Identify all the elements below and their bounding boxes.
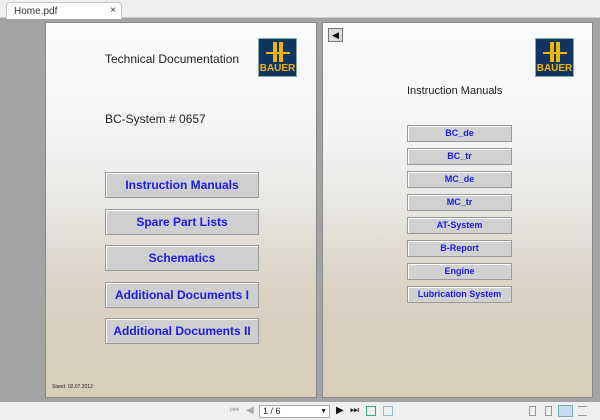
at-system-button[interactable]: AT-System — [407, 217, 512, 234]
tab-home-pdf[interactable]: Home.pdf × — [6, 2, 122, 19]
additional-documents-2-button[interactable]: Additional Documents II — [105, 318, 259, 344]
engine-button[interactable]: Engine — [407, 263, 512, 280]
additional-documents-1-button[interactable]: Additional Documents I — [105, 282, 259, 308]
back-icon[interactable]: ◀ — [328, 28, 343, 42]
mc-tr-button[interactable]: MC_tr — [407, 194, 512, 211]
rotate-view-icon[interactable] — [366, 406, 376, 416]
schematics-button[interactable]: Schematics — [105, 245, 259, 271]
section-title: Instruction Manuals — [407, 85, 503, 97]
first-page-icon[interactable]: ⏮ — [230, 405, 239, 416]
pdf-page-2: ◀ BAUER Instruction Manuals BC_de BC_tr … — [322, 22, 593, 398]
two-page-view-icon[interactable] — [558, 405, 573, 417]
page-selector[interactable]: 1 / 6 ▼ — [259, 405, 330, 418]
bc-de-button[interactable]: BC_de — [407, 125, 512, 142]
tab-bar: Home.pdf × — [0, 0, 600, 19]
instruction-manuals-button[interactable]: Instruction Manuals — [105, 172, 259, 198]
continuous-page-icon[interactable] — [545, 406, 552, 416]
tab-title: Home.pdf — [14, 6, 58, 17]
pdf-page-1: Technical Documentation BAUER BC-System … — [45, 22, 317, 398]
fit-page-icon[interactable] — [383, 406, 393, 416]
next-page-icon[interactable]: ▶ — [336, 405, 344, 416]
close-icon[interactable]: × — [110, 5, 116, 16]
system-number: BC-System # 0657 — [105, 112, 206, 126]
b-report-button[interactable]: B-Report — [407, 240, 512, 257]
spare-part-lists-button[interactable]: Spare Part Lists — [105, 209, 259, 235]
navigation-toolbar: ⏮ ◀ 1 / 6 ▼ ▶ ⏭ — [0, 402, 600, 420]
lubrication-system-button[interactable]: Lubrication System — [407, 286, 512, 303]
single-page-icon[interactable] — [529, 406, 536, 416]
previous-page-icon[interactable]: ◀ — [246, 405, 254, 416]
last-page-icon[interactable]: ⏭ — [350, 405, 359, 416]
document-title: Technical Documentation — [105, 52, 240, 66]
bc-tr-button[interactable]: BC_tr — [407, 148, 512, 165]
bauer-logo: BAUER — [535, 38, 574, 77]
mc-de-button[interactable]: MC_de — [407, 171, 512, 188]
bauer-logo: BAUER — [258, 38, 297, 77]
two-page-continuous-icon[interactable] — [578, 406, 587, 416]
page-number: 1 / 6 — [263, 406, 281, 416]
date-stamp: Stand: 02.07.2012 — [52, 384, 93, 390]
